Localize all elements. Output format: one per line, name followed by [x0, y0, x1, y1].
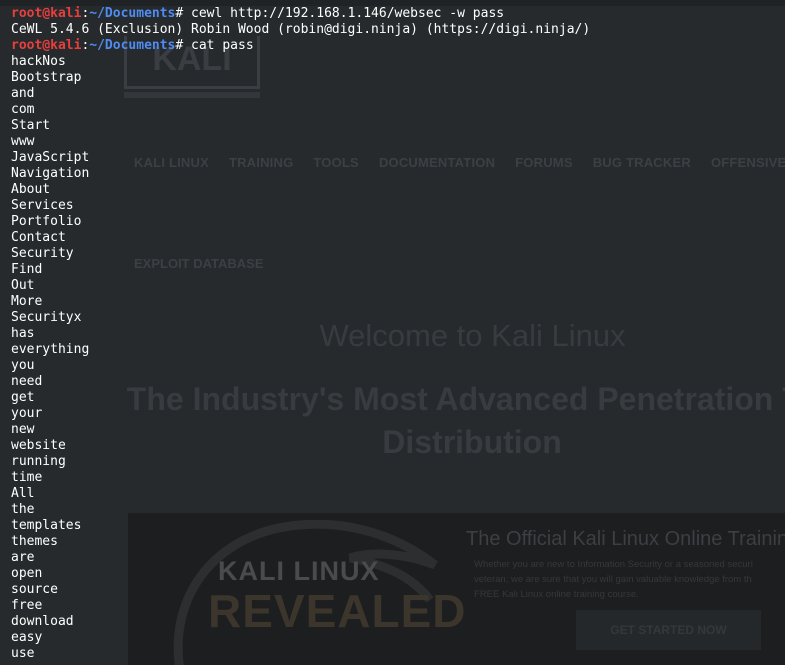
wordlist-item: Find — [11, 262, 43, 277]
wordlist-item: free — [11, 598, 43, 613]
prompt-user: root@kali — [11, 38, 82, 53]
wordlist-item: everything — [11, 342, 90, 357]
prompt-hash: # — [175, 38, 192, 53]
wordlist-item: has — [11, 326, 35, 341]
wordlist-item: Securityx — [11, 310, 82, 325]
wordlist-item: Navigation — [11, 166, 90, 181]
wordlist-item: More — [11, 294, 43, 309]
wordlist-item: Services — [11, 198, 74, 213]
prompt-user: root@kali — [11, 6, 82, 21]
cewl-output-line: CeWL 5.4.6 (Exclusion) Robin Wood (robin… — [11, 22, 591, 37]
wordlist-item: About — [11, 182, 51, 197]
wordlist-item: your — [11, 406, 43, 421]
wordlist-item: Portfolio — [11, 214, 82, 229]
wordlist-item: www — [11, 134, 35, 149]
wordlist-item: Security — [11, 246, 74, 261]
wordlist-item: Contact — [11, 230, 66, 245]
wordlist-item: website — [11, 438, 66, 453]
command-line-2: root@kali:~/Documents# cat pass — [11, 38, 254, 54]
command-line-1: root@kali:~/Documents# cewl http://192.1… — [11, 6, 504, 22]
wordlist-item: are — [11, 550, 35, 565]
wordlist-item: source — [11, 582, 58, 597]
command-text: cewl http://192.168.1.146/websec -w pass — [191, 6, 505, 21]
wordlist-item: new — [11, 422, 35, 437]
wordlist-item: running — [11, 454, 66, 469]
wordlist-item: themes — [11, 534, 58, 549]
terminal-window[interactable]: root@kali:~/Documents# cewl http://192.1… — [0, 0, 785, 665]
wordlist-item: All — [11, 486, 35, 501]
wordlist-item: Start — [11, 118, 51, 133]
wordlist-item: Out — [11, 278, 35, 293]
wordlist-item: com — [11, 102, 35, 117]
wordlist-item: time — [11, 470, 43, 485]
wordlist-item: you — [11, 358, 35, 373]
command-text: cat pass — [191, 38, 254, 53]
wordlist-item: and — [11, 86, 35, 101]
wordlist-item: templates — [11, 518, 82, 533]
wordlist-item: use — [11, 646, 35, 661]
wordlist-item: hackNos — [11, 54, 66, 69]
wordlist-item: need — [11, 374, 43, 389]
wordlist-item: Bootstrap — [11, 70, 82, 85]
wordlist-output: hackNos Bootstrap and com Start www Java… — [11, 54, 89, 662]
prompt-path: ~/Documents — [89, 38, 176, 53]
wordlist-item: easy — [11, 630, 43, 645]
wordlist-item: the — [11, 502, 35, 517]
wordlist-item: download — [11, 614, 74, 629]
wordlist-item: JavaScript — [11, 150, 90, 165]
wordlist-item: open — [11, 566, 43, 581]
prompt-hash: # — [175, 6, 192, 21]
wordlist-item: get — [11, 390, 35, 405]
prompt-path: ~/Documents — [89, 6, 176, 21]
